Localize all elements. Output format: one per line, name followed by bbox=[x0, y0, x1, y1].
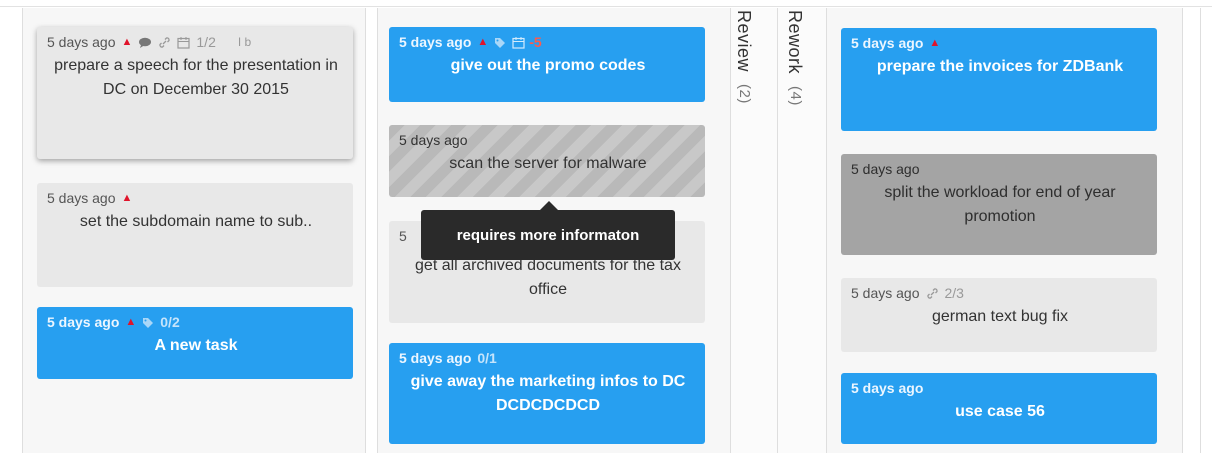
task-card[interactable]: 5 days ago scan the server for malware bbox=[389, 125, 705, 197]
card-time: 5 days ago bbox=[47, 314, 120, 330]
column-divider bbox=[377, 8, 378, 453]
tooltip: requires more informaton bbox=[421, 210, 675, 260]
card-meta: 5 days ago bbox=[851, 161, 1149, 178]
priority-arrow-icon: ▲ bbox=[125, 316, 137, 328]
card-time: 5 days ago bbox=[851, 35, 924, 51]
card-time: 5 days ago bbox=[47, 34, 116, 50]
card-time: 5 days ago bbox=[851, 285, 920, 301]
card-meta: 5 days ago ▲ 1/2 I b bbox=[47, 34, 345, 51]
tag-icon bbox=[142, 317, 154, 329]
column-divider bbox=[1182, 8, 1183, 453]
column-title: Review bbox=[734, 10, 754, 73]
priority-arrow-icon: ▲ bbox=[121, 192, 133, 204]
calendar-icon bbox=[177, 36, 190, 49]
card-meta: 5 days ago bbox=[851, 380, 1149, 397]
card-title: prepare the invoices for ZDBank bbox=[876, 58, 1124, 75]
card-title: set the subdomain name to sub.. bbox=[79, 213, 313, 230]
card-title: give out the promo codes bbox=[450, 57, 646, 74]
link-icon bbox=[926, 287, 939, 300]
task-card[interactable]: 5 days ago use case 56 bbox=[841, 373, 1157, 444]
task-card[interactable]: 5 days ago 2/3 german text bug fix bbox=[841, 278, 1157, 352]
column-title: Rework bbox=[785, 10, 805, 75]
priority-arrow-icon: ▲ bbox=[121, 36, 133, 48]
card-meta: 5 days ago ▲ -5 bbox=[399, 34, 697, 51]
card-title: prepare a speech for the presentation in… bbox=[54, 57, 338, 98]
task-card[interactable]: 5 days ago ▲ set the subdomain name to s… bbox=[37, 183, 353, 287]
task-card[interactable]: 5 days ago ▲ 1/2 I b prepare a speech fo… bbox=[37, 27, 353, 159]
card-time: 5 days ago bbox=[399, 132, 468, 148]
card-time: 5 days ago bbox=[851, 380, 924, 396]
subtask-count: 0/2 bbox=[160, 314, 180, 330]
card-meta: 5 days ago ▲ bbox=[47, 190, 345, 207]
card-time: 5 days ago bbox=[399, 34, 472, 50]
card-time: 5 days ago bbox=[47, 190, 116, 206]
tag-icon bbox=[494, 37, 506, 49]
board-top-border bbox=[0, 6, 1212, 7]
subtask-count: 2/3 bbox=[944, 285, 964, 301]
tooltip-arrow bbox=[540, 201, 558, 210]
task-card[interactable]: 5 days ago ▲ 0/2 A new task bbox=[37, 307, 353, 379]
card-meta: 5 days ago bbox=[399, 132, 697, 149]
card-time: 5 days ago bbox=[399, 350, 472, 366]
tooltip-text: requires more informaton bbox=[456, 226, 640, 244]
card-meta: 5 days ago ▲ 0/2 bbox=[47, 314, 345, 331]
card-title: get all archived documents for the tax o… bbox=[415, 257, 681, 298]
due-days: -5 bbox=[529, 34, 542, 50]
card-title: german text bug fix bbox=[931, 308, 1069, 325]
column-header-review[interactable]: Review (2) bbox=[733, 10, 754, 103]
column-count: (4) bbox=[787, 85, 804, 106]
card-extra: I b bbox=[237, 35, 252, 49]
priority-arrow-icon: ▲ bbox=[477, 36, 489, 48]
subtask-count: 0/1 bbox=[477, 350, 497, 366]
task-card[interactable]: 5 days ago ▲ prepare the invoices for ZD… bbox=[841, 28, 1157, 131]
card-title: give away the marketing infos to DC DCDC… bbox=[410, 373, 686, 414]
task-card[interactable]: 5 days ago ▲ -5 give out the promo codes bbox=[389, 27, 705, 102]
card-title: use case 56 bbox=[955, 403, 1045, 420]
priority-arrow-icon: ▲ bbox=[929, 37, 941, 49]
subtask-count: 1/2 bbox=[196, 34, 216, 50]
column-divider bbox=[365, 8, 366, 453]
column-count: (2) bbox=[736, 83, 753, 104]
card-title: A new task bbox=[154, 337, 238, 354]
task-card[interactable]: 5 days ago split the workload for end of… bbox=[841, 154, 1157, 255]
card-meta: 5 days ago ▲ bbox=[851, 35, 1149, 52]
task-card[interactable]: 5 days ago 0/1 give away the marketing i… bbox=[389, 343, 705, 444]
link-icon bbox=[158, 36, 171, 49]
calendar-icon bbox=[512, 36, 525, 49]
column-header-rework[interactable]: Rework (4) bbox=[784, 10, 805, 105]
card-time: 5 days ago bbox=[851, 161, 920, 177]
card-time: 5 bbox=[399, 228, 407, 244]
card-title: split the workload for end of year promo… bbox=[884, 184, 1116, 225]
card-meta: 5 days ago 0/1 bbox=[399, 350, 697, 367]
column-divider bbox=[22, 8, 23, 453]
column-divider bbox=[1200, 8, 1201, 453]
comment-icon bbox=[138, 37, 152, 49]
card-title: scan the server for malware bbox=[449, 155, 647, 172]
card-meta: 5 days ago 2/3 bbox=[851, 285, 1149, 302]
